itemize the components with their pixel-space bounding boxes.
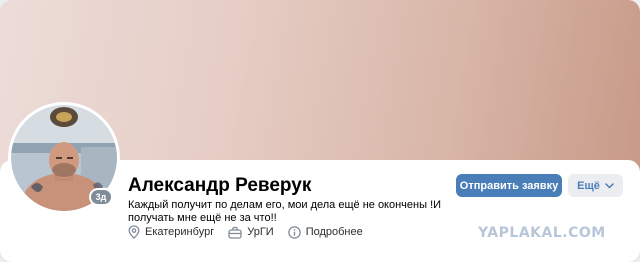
info-university[interactable]: УрГИ: [228, 226, 274, 239]
online-duration-badge: 3д: [89, 188, 113, 206]
watermark: YAPLAKAL.COM: [478, 225, 606, 241]
info-more-label: Подробнее: [305, 226, 363, 238]
info-more-details[interactable]: Подробнее: [287, 225, 363, 239]
briefcase-icon: [228, 226, 242, 239]
more-actions-label: Ещё: [577, 179, 600, 192]
info-city-label: Екатеринбург: [145, 226, 215, 238]
chevron-down-icon: [605, 182, 614, 188]
profile-status: Каждый получит по делам его, мои дела ещ…: [128, 199, 442, 224]
more-actions-button[interactable]: Ещё: [568, 174, 623, 197]
send-friend-request-button[interactable]: Отправить заявку: [456, 174, 562, 197]
info-city[interactable]: Екатеринбург: [128, 225, 214, 239]
profile-info-row: Екатеринбург УрГИ Подробнее: [128, 225, 377, 239]
info-circle-icon: [287, 225, 301, 239]
location-pin-icon: [128, 225, 140, 239]
profile-name: Александр Реверук: [128, 175, 312, 196]
info-university-label: УрГИ: [247, 226, 274, 238]
badge-label: 3д: [91, 190, 111, 204]
